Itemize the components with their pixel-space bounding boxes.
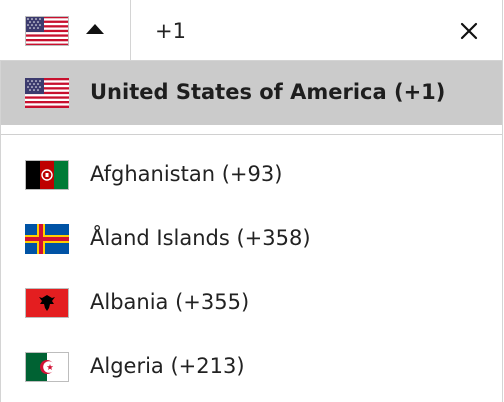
dropdown-divider [0, 134, 503, 135]
phone-number-input[interactable] [155, 14, 435, 48]
list-item-afghanistan[interactable]: Afghanistan (+93) [0, 144, 503, 208]
list-item-label: Åland Islands (+358) [90, 226, 311, 250]
phone-input-row [0, 0, 503, 61]
phone-country-picker: United States of America (+1) Afghanista… [0, 0, 503, 402]
list-item-aland-islands[interactable]: Åland Islands (+358) [0, 208, 503, 272]
list-item-label: Afghanistan (+93) [90, 162, 283, 186]
afghanistan-flag-icon [25, 160, 69, 190]
dropdown-border-right [502, 0, 503, 402]
list-item-label: Algeria (+213) [90, 354, 245, 378]
country-code-select[interactable] [0, 0, 131, 61]
clear-button[interactable] [452, 15, 486, 47]
caret-up-icon [86, 24, 104, 34]
list-item-albania[interactable]: Albania (+355) [0, 272, 503, 336]
algeria-flag-icon [25, 352, 69, 382]
dropdown-selected-label: United States of America (+1) [90, 80, 446, 104]
dropdown-border-left [0, 61, 1, 402]
albania-flag-icon [25, 288, 69, 318]
aland-flag-icon [25, 224, 69, 254]
us-flag-icon [25, 78, 69, 108]
list-item-algeria[interactable]: Algeria (+213) [0, 336, 503, 400]
list-item-label: Albania (+355) [90, 290, 250, 314]
close-icon [460, 22, 478, 40]
us-flag-icon [25, 16, 69, 46]
dropdown-selected-item[interactable]: United States of America (+1) [0, 61, 503, 125]
